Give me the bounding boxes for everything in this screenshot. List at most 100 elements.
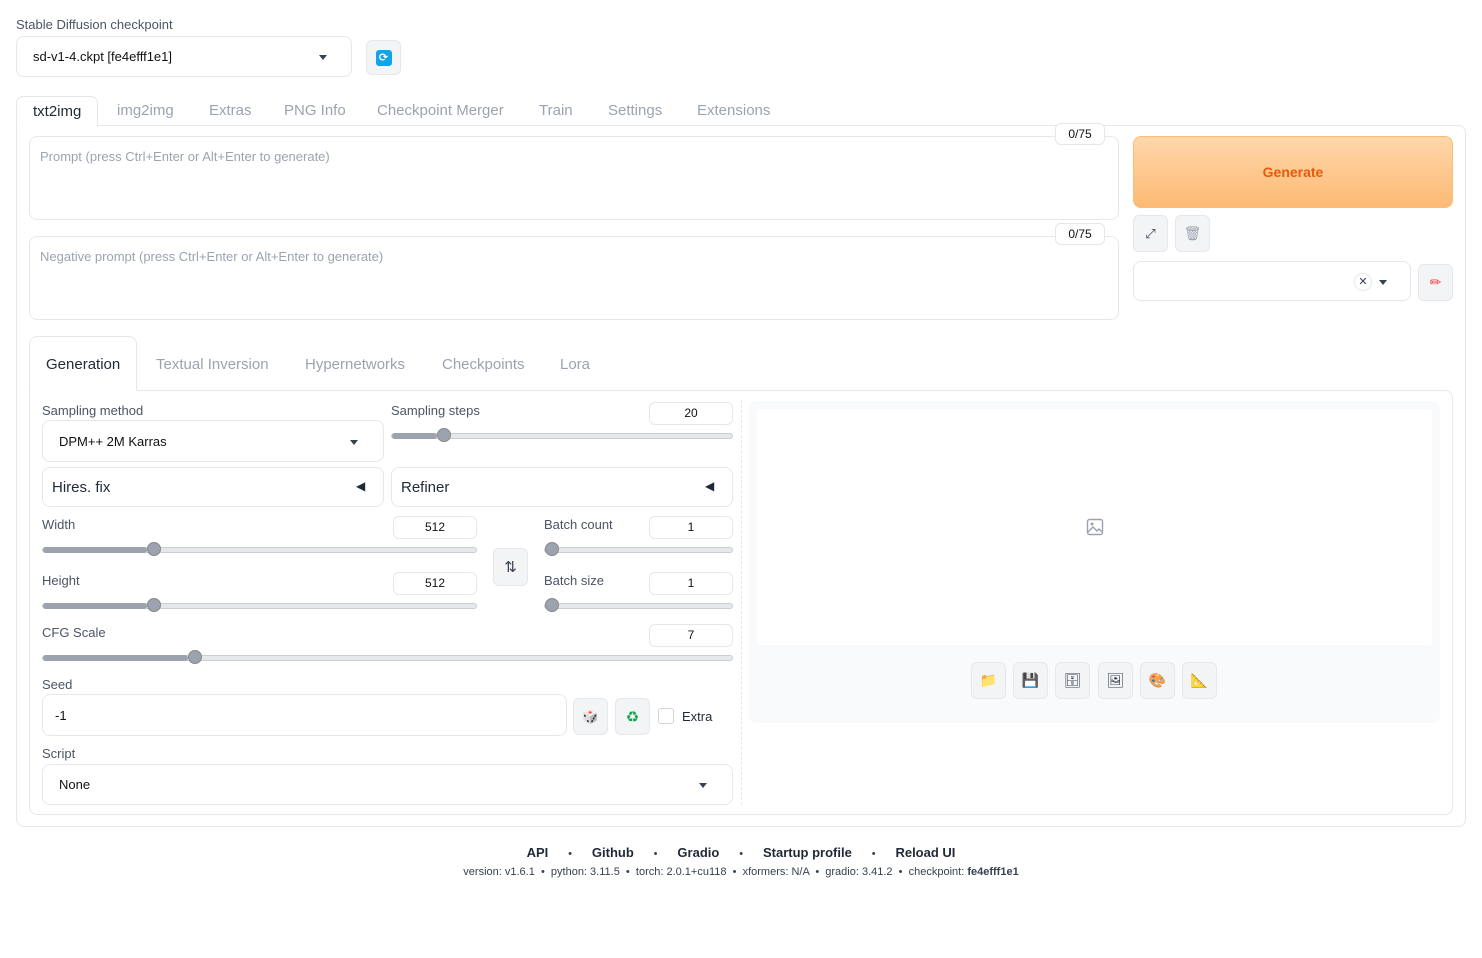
height-slider[interactable] bbox=[42, 598, 477, 612]
cfg-scale-label: CFG Scale bbox=[42, 625, 106, 640]
subtab-textual-inversion[interactable]: Textual Inversion bbox=[156, 350, 269, 380]
seed-value: -1 bbox=[55, 708, 67, 723]
extra-seed-checkbox[interactable] bbox=[658, 708, 674, 724]
subtab-generation[interactable]: Generation bbox=[29, 336, 138, 391]
prompt-input[interactable]: Prompt (press Ctrl+Enter or Alt+Enter to… bbox=[29, 136, 1119, 220]
negative-prompt-placeholder: Negative prompt (press Ctrl+Enter or Alt… bbox=[40, 249, 384, 264]
footer-version-info: version: v1.6.1 • python: 3.11.5 • torch… bbox=[0, 866, 1482, 878]
checkpoint-value: sd-v1-4.ckpt [fe4efff1e1] bbox=[33, 49, 172, 64]
cfg-scale-slider[interactable] bbox=[42, 650, 733, 664]
generate-button[interactable]: Generate bbox=[1133, 136, 1453, 208]
random-seed-button[interactable]: 🎲 bbox=[573, 698, 608, 735]
tab-extras[interactable]: Extras bbox=[209, 96, 252, 126]
collapse-triangle-icon: ◀ bbox=[356, 479, 366, 493]
footer-link-gradio[interactable]: Gradio bbox=[677, 845, 719, 860]
open-folder-button[interactable]: 📁 bbox=[971, 662, 1006, 699]
negative-prompt-input[interactable]: Negative prompt (press Ctrl+Enter or Alt… bbox=[29, 236, 1119, 320]
footer-link-api[interactable]: API bbox=[527, 845, 549, 860]
swap-dimensions-button[interactable]: ⇅ bbox=[493, 548, 528, 586]
tab-txt2img[interactable]: txt2img bbox=[16, 96, 99, 127]
save-button[interactable]: 💾 bbox=[1013, 662, 1048, 699]
swap-arrows-icon: ⇅ bbox=[504, 559, 517, 576]
chevron-down-icon bbox=[319, 55, 327, 60]
extra-seed-label: Extra bbox=[682, 709, 713, 724]
script-label: Script bbox=[42, 746, 76, 761]
checkpoint-label: Stable Diffusion checkpoint bbox=[16, 17, 173, 32]
sampling-method-value: DPM++ 2M Karras bbox=[59, 434, 167, 449]
picture-icon: 🖼 bbox=[1106, 672, 1125, 688]
batch-size-slider[interactable] bbox=[544, 598, 733, 612]
trash-icon: 🗑 bbox=[1183, 225, 1202, 241]
refiner-label: Refiner bbox=[401, 479, 450, 496]
checkpoint-hash: fe4efff1e1 bbox=[967, 866, 1019, 878]
tab-png-info[interactable]: PNG Info bbox=[284, 96, 346, 126]
width-slider[interactable] bbox=[42, 542, 477, 556]
prompt-placeholder: Prompt (press Ctrl+Enter or Alt+Enter to… bbox=[40, 149, 330, 164]
batch-count-label: Batch count bbox=[544, 517, 613, 532]
subtab-checkpoints[interactable]: Checkpoints bbox=[442, 350, 525, 380]
negative-prompt-token-counter: 0/75 bbox=[1055, 223, 1105, 245]
width-input[interactable]: 512 bbox=[393, 516, 477, 539]
tab-checkpoint-merger[interactable]: Checkpoint Merger bbox=[377, 96, 504, 126]
send-to-extras-button[interactable]: 📐 bbox=[1182, 662, 1217, 699]
chevron-down-icon bbox=[1379, 280, 1387, 285]
archive-icon: 🗄 bbox=[1063, 672, 1082, 688]
triangle-ruler-icon: 📐 bbox=[1190, 672, 1209, 688]
footer-link-startup-profile[interactable]: Startup profile bbox=[763, 845, 852, 860]
batch-count-slider[interactable] bbox=[544, 542, 733, 556]
seed-label: Seed bbox=[42, 677, 73, 692]
batch-size-label: Batch size bbox=[544, 573, 604, 588]
refiner-accordion[interactable]: Refiner ◀ bbox=[391, 467, 733, 507]
sampling-steps-label: Sampling steps bbox=[391, 403, 480, 418]
sampling-method-label: Sampling method bbox=[42, 403, 144, 418]
version-text: version: v1.6.1 • python: 3.11.5 • torch… bbox=[463, 866, 968, 878]
styles-dropdown[interactable]: ✕ bbox=[1133, 261, 1411, 301]
collapse-triangle-icon: ◀ bbox=[705, 479, 715, 493]
arrow-diagonal-icon: ⤢ bbox=[1145, 225, 1156, 241]
clear-prompt-button[interactable]: 🗑 bbox=[1175, 215, 1210, 252]
column-divider bbox=[741, 400, 742, 805]
footer-link-reload-ui[interactable]: Reload UI bbox=[895, 845, 955, 860]
script-value: None bbox=[59, 777, 91, 792]
tab-settings[interactable]: Settings bbox=[608, 96, 662, 126]
script-dropdown[interactable]: None bbox=[42, 764, 733, 805]
refresh-icon: ⟳ bbox=[375, 49, 392, 66]
subtab-hypernetworks[interactable]: Hypernetworks bbox=[305, 350, 405, 380]
subtab-lora[interactable]: Lora bbox=[560, 350, 590, 380]
send-to-img2img-button[interactable]: 🖼 bbox=[1098, 662, 1133, 699]
height-input[interactable]: 512 bbox=[393, 572, 477, 595]
palette-icon: 🎨 bbox=[1148, 672, 1167, 688]
batch-size-input[interactable]: 1 bbox=[649, 572, 733, 595]
sampling-steps-input[interactable]: 20 bbox=[649, 402, 733, 425]
image-gallery bbox=[757, 409, 1432, 645]
height-label: Height bbox=[42, 573, 80, 588]
checkpoint-dropdown[interactable]: sd-v1-4.ckpt [fe4efff1e1] bbox=[16, 36, 352, 77]
tab-img2img[interactable]: img2img bbox=[117, 96, 174, 126]
image-placeholder-icon bbox=[1086, 518, 1103, 536]
footer-link-github[interactable]: Github bbox=[592, 845, 634, 860]
save-icon: 💾 bbox=[1021, 672, 1040, 688]
tab-train[interactable]: Train bbox=[539, 96, 573, 126]
edit-styles-button[interactable]: ✏ bbox=[1418, 264, 1453, 301]
chevron-down-icon bbox=[699, 783, 707, 788]
reuse-seed-button[interactable]: ♻ bbox=[615, 698, 650, 735]
brush-icon: ✏ bbox=[1429, 274, 1442, 290]
zip-button[interactable]: 🗄 bbox=[1055, 662, 1090, 699]
send-to-inpaint-button[interactable]: 🎨 bbox=[1140, 662, 1175, 699]
sampling-method-dropdown[interactable]: DPM++ 2M Karras bbox=[42, 420, 384, 462]
hires-fix-accordion[interactable]: Hires. fix ◀ bbox=[42, 467, 384, 507]
tab-extensions[interactable]: Extensions bbox=[697, 96, 770, 126]
cfg-scale-input[interactable]: 7 bbox=[649, 624, 733, 647]
batch-count-input[interactable]: 1 bbox=[649, 516, 733, 539]
width-label: Width bbox=[42, 517, 76, 532]
recycle-icon: ♻ bbox=[625, 708, 640, 726]
clear-styles-icon[interactable]: ✕ bbox=[1354, 273, 1372, 291]
read-params-button[interactable]: ⤢ bbox=[1133, 215, 1168, 252]
refresh-checkpoint-button[interactable]: ⟳ bbox=[366, 40, 401, 75]
folder-icon: 📁 bbox=[979, 672, 998, 688]
prompt-token-counter: 0/75 bbox=[1055, 123, 1105, 145]
seed-input[interactable]: -1 bbox=[42, 694, 567, 736]
footer-links: API • Github • Gradio • Startup profile … bbox=[526, 845, 956, 860]
sampling-steps-slider[interactable] bbox=[391, 428, 733, 442]
dice-icon: 🎲 bbox=[582, 708, 599, 724]
